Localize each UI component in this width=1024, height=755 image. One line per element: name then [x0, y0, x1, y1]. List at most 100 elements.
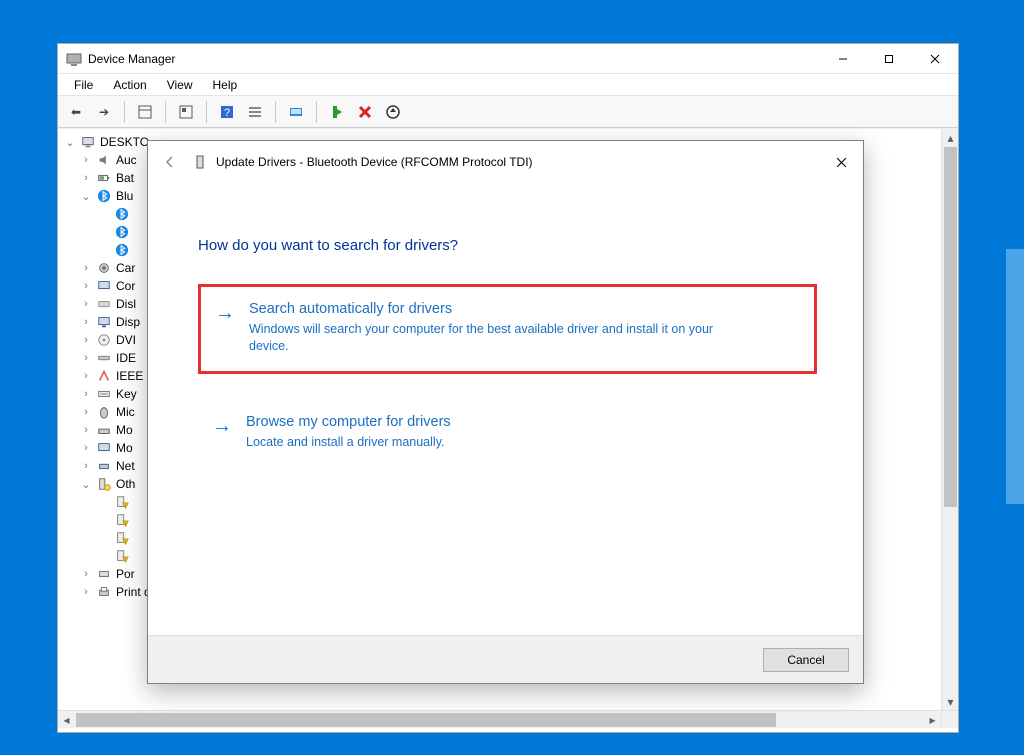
tree-node-label: Bat [116, 171, 134, 185]
bluetooth-icon [96, 188, 112, 204]
mouse-icon [96, 404, 112, 420]
scrollbar-thumb[interactable] [76, 713, 776, 727]
modem-icon [96, 422, 112, 438]
maximize-button[interactable] [866, 44, 912, 73]
tree-node-label: Disl [116, 297, 136, 311]
option-description: Locate and install a driver manually. [246, 434, 451, 451]
cancel-button[interactable]: Cancel [763, 648, 849, 672]
toolbar-scan-hardware-button[interactable] [284, 100, 308, 124]
scroll-down-button[interactable]: ▾ [942, 693, 959, 710]
port-icon [96, 566, 112, 582]
expand-icon[interactable]: › [80, 280, 92, 292]
option-title: Browse my computer for drivers [246, 414, 451, 430]
toolbar-forward-button[interactable]: ➔ [92, 100, 116, 124]
menu-action[interactable]: Action [103, 76, 156, 94]
toolbar-separator [275, 101, 276, 123]
dialog-close-button[interactable] [825, 147, 857, 177]
scrollbar-corner [941, 710, 958, 728]
tree-node-label: IEEE [116, 369, 143, 383]
arrow-right-icon: → [215, 301, 235, 355]
expand-icon[interactable]: › [80, 172, 92, 184]
toolbar-separator [165, 101, 166, 123]
dialog-back-button[interactable] [156, 148, 184, 176]
expand-icon[interactable]: › [80, 586, 92, 598]
expand-icon[interactable]: › [80, 460, 92, 472]
minimize-button[interactable] [820, 44, 866, 73]
warning-device-icon: ! [114, 494, 130, 510]
dialog-header: Update Drivers - Bluetooth Device (RFCOM… [148, 141, 863, 183]
menu-file[interactable]: File [64, 76, 103, 94]
tree-node-label: Disp [116, 315, 140, 329]
title-bar[interactable]: Device Manager [58, 44, 958, 74]
expand-icon[interactable]: › [80, 334, 92, 346]
expand-icon[interactable]: › [80, 406, 92, 418]
tree-node-label: Mo [116, 441, 133, 455]
ide-icon [96, 350, 112, 366]
expand-icon[interactable]: › [80, 424, 92, 436]
expand-icon[interactable]: › [80, 388, 92, 400]
scroll-left-button[interactable]: ◂ [58, 711, 75, 729]
tree-node-label: Blu [116, 189, 133, 203]
option-search-automatically[interactable]: → Search automatically for drivers Windo… [198, 284, 817, 374]
tree-node-label: Por [116, 567, 135, 581]
tree-node-label: Oth [116, 477, 135, 491]
warning-device-icon: ! [114, 512, 130, 528]
device-manager-icon [66, 51, 82, 67]
scroll-right-button[interactable]: ▸ [924, 711, 941, 729]
battery-icon [96, 170, 112, 186]
printer-icon [96, 584, 112, 600]
toolbar-properties-button[interactable] [174, 100, 198, 124]
scrollbar-thumb[interactable] [944, 147, 957, 507]
expand-icon[interactable]: › [80, 352, 92, 364]
svg-text:!: ! [125, 521, 126, 527]
expand-icon[interactable]: › [80, 298, 92, 310]
arrow-right-icon: → [212, 414, 232, 451]
expand-icon[interactable]: › [80, 154, 92, 166]
close-button[interactable] [912, 44, 958, 73]
update-drivers-dialog: Update Drivers - Bluetooth Device (RFCOM… [147, 140, 864, 684]
toolbar-list-button[interactable] [243, 100, 267, 124]
tree-node-label: Net [116, 459, 135, 473]
monitor-icon [96, 440, 112, 456]
expand-icon[interactable]: › [80, 316, 92, 328]
bluetooth-icon [114, 224, 130, 240]
dialog-footer: Cancel [148, 635, 863, 683]
device-icon [192, 154, 208, 170]
tree-node-label: Mic [116, 405, 135, 419]
firewire-icon [96, 368, 112, 384]
warning-device-icon: ! [114, 548, 130, 564]
toolbar-update-driver-button[interactable] [381, 100, 405, 124]
disk-icon [96, 296, 112, 312]
dialog-heading: How do you want to search for drivers? [198, 237, 817, 254]
collapse-icon[interactable]: ⌄ [80, 190, 92, 203]
menu-bar: File Action View Help [58, 74, 958, 96]
svg-text:!: ! [125, 539, 126, 545]
bluetooth-icon [114, 242, 130, 258]
audio-icon [96, 152, 112, 168]
toolbar-show-hide-tree-button[interactable] [133, 100, 157, 124]
tree-node-label: IDE [116, 351, 136, 365]
option-description: Windows will search your computer for th… [249, 321, 719, 355]
expand-icon[interactable]: › [80, 442, 92, 454]
expand-icon[interactable]: › [80, 370, 92, 382]
dialog-title: Update Drivers - Bluetooth Device (RFCOM… [216, 155, 533, 169]
toolbar-help-button[interactable]: ? [215, 100, 239, 124]
menu-view[interactable]: View [157, 76, 203, 94]
toolbar-back-button[interactable]: ⬅ [64, 100, 88, 124]
expand-icon[interactable]: › [80, 262, 92, 274]
toolbar-uninstall-device-button[interactable] [353, 100, 377, 124]
expand-icon[interactable]: › [80, 568, 92, 580]
keyboard-icon [96, 386, 112, 402]
option-browse-computer[interactable]: → Browse my computer for drivers Locate … [198, 400, 817, 467]
toolbar-enable-device-button[interactable] [325, 100, 349, 124]
desktop-right-highlight [1006, 249, 1024, 504]
tree-node-label: Auc [116, 153, 137, 167]
scroll-up-button[interactable]: ▴ [942, 129, 959, 146]
display-icon [96, 314, 112, 330]
camera-icon [96, 260, 112, 276]
collapse-icon[interactable]: ⌄ [64, 136, 76, 149]
menu-help[interactable]: Help [203, 76, 248, 94]
horizontal-scrollbar[interactable]: ◂ ▸ [58, 710, 941, 728]
vertical-scrollbar[interactable]: ▴ ▾ [941, 129, 958, 710]
collapse-icon[interactable]: ⌄ [80, 478, 92, 491]
